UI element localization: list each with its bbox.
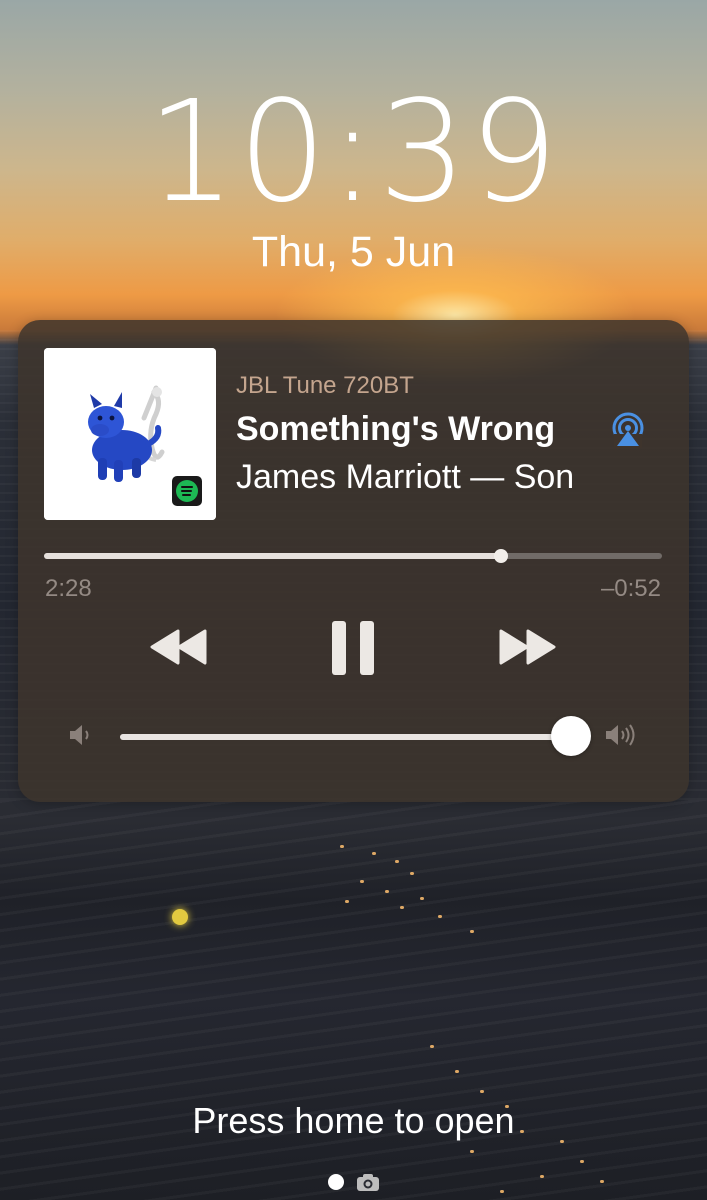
rewind-button[interactable] (148, 628, 208, 666)
volume-slider[interactable] (120, 716, 591, 756)
lockscreen-date: Thu, 5 Jun (251, 228, 456, 276)
water-sparkle (455, 1070, 459, 1073)
rewind-icon (150, 629, 207, 665)
water-sparkle (470, 930, 474, 933)
water-sparkle (470, 1150, 474, 1153)
volume-fill (120, 734, 571, 740)
press-home-hint: Press home to open (192, 1100, 515, 1141)
airplay-icon[interactable] (610, 412, 646, 448)
water-sparkle (410, 872, 414, 875)
water-sparkle (430, 1045, 434, 1048)
page-dot (328, 1174, 344, 1190)
water-sparkle (400, 906, 404, 909)
album-artwork[interactable] (44, 348, 216, 520)
water-sparkle (395, 860, 399, 863)
playback-scrubber[interactable] (44, 549, 662, 563)
pause-button[interactable] (330, 620, 376, 676)
water-sparkle (385, 890, 389, 893)
now-playing-card: JBL Tune 720BT Something's Wrong James M… (18, 320, 689, 802)
pause-icon (332, 621, 374, 675)
water-sparkle (438, 915, 442, 918)
sun-glare (172, 909, 188, 925)
playback-scrubber-thumb[interactable] (494, 549, 508, 563)
remaining-time: –0:52 (600, 575, 661, 602)
water-sparkle (580, 1160, 584, 1163)
water-sparkle (360, 880, 364, 883)
speaker-high-icon (606, 724, 635, 746)
water-sparkle (480, 1090, 484, 1093)
water-sparkle (340, 845, 344, 848)
page-indicator (0, 1170, 707, 1192)
fast-forward-icon (499, 629, 556, 665)
playback-progress-fill (44, 553, 501, 559)
water-sparkle (372, 852, 376, 855)
water-sparkle (345, 900, 349, 903)
spotify-app-badge[interactable] (172, 476, 202, 506)
speaker-low-icon (70, 725, 89, 745)
volume-slider-thumb[interactable] (551, 716, 591, 756)
track-artist-album: James Marriott — Son (236, 458, 575, 496)
lockscreen-clock: 10:39 (146, 71, 561, 234)
spotify-icon (176, 480, 198, 502)
track-title: Something's Wrong (236, 410, 556, 448)
fast-forward-button[interactable] (498, 628, 558, 666)
water-sparkle (420, 897, 424, 900)
elapsed-time: 2:28 (45, 575, 92, 602)
output-device-label: JBL Tune 720BT (236, 372, 414, 399)
camera-icon[interactable] (356, 1172, 380, 1192)
